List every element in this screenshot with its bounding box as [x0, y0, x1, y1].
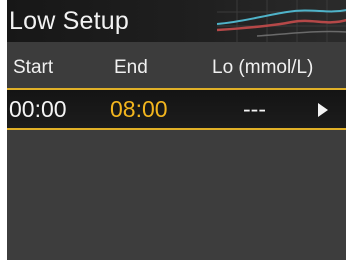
row-end-time[interactable]: 08:00 [110, 96, 168, 122]
column-header-start: Start [13, 57, 54, 78]
device-screen: Low Setup Start End Lo (mmol/L) 00:00 08… [7, 0, 346, 260]
column-header-lo: Lo (mmol/L) [212, 57, 314, 78]
table-row[interactable]: 00:00 08:00 --- [7, 88, 346, 130]
play-arrow-icon[interactable] [317, 102, 329, 118]
glucose-trace-icon [217, 0, 346, 42]
title-bar: Low Setup [7, 0, 346, 42]
row-start-time: 00:00 [9, 96, 67, 122]
column-header-row: Start End Lo (mmol/L) [7, 42, 346, 88]
empty-list-area [7, 130, 346, 260]
row-lo-value: --- [243, 96, 266, 122]
column-header-end: End [114, 57, 148, 78]
page-title: Low Setup [9, 7, 129, 35]
